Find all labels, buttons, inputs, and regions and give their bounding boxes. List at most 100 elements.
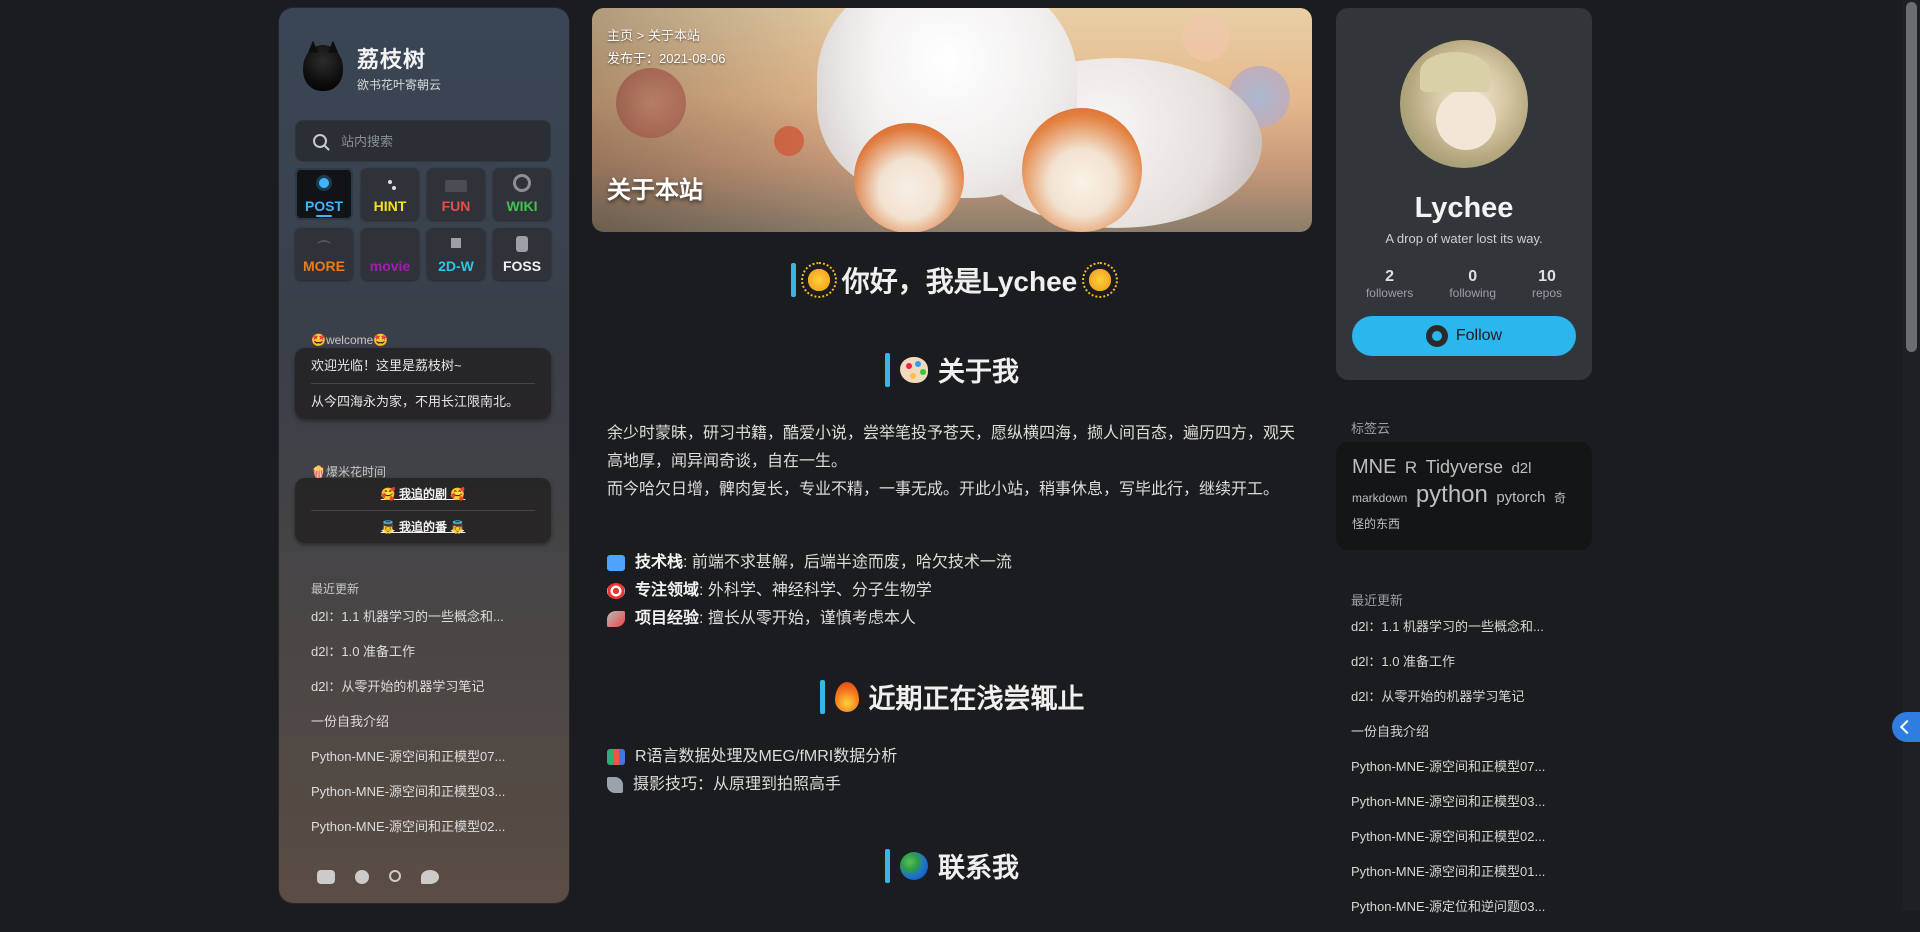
stat-followers[interactable]: 2 followers (1366, 268, 1413, 300)
list-item: 技术栈 : 前端不求甚解，后端半途而废，哈欠技术一流 (607, 549, 1012, 577)
heading-about-me: 关于我 (592, 350, 1312, 394)
search-input[interactable] (339, 132, 543, 150)
nav-tile-label: HINT (373, 198, 407, 214)
nav-tile-label: 2D-W (438, 258, 474, 274)
active-indicator (316, 215, 332, 217)
fire-icon (834, 681, 859, 712)
nav-tile-label: MORE (303, 258, 345, 274)
recent-item[interactable]: Python-MNE-源空间和正模型02... (1351, 827, 1545, 862)
nav-tile-movie[interactable]: movie (361, 228, 419, 280)
bar-icon (387, 240, 393, 246)
chevron-left-icon[interactable] (1892, 712, 1920, 742)
nav-tile-foss[interactable]: FOSS (493, 228, 551, 280)
link-my-anime[interactable]: 👼 我追的番 👼 (295, 511, 551, 543)
sun-icon (800, 262, 837, 298)
list-item: 专注领域 : 外科学、神经科学、分子生物学 (607, 577, 1012, 605)
recent-item[interactable]: Python-MNE-源空间和正模型07... (1351, 757, 1545, 792)
tag-link[interactable]: pytorch (1496, 489, 1545, 506)
tag-link[interactable]: python (1416, 481, 1488, 508)
list-item-text: 摄影技巧：从原理到拍照高手 (633, 776, 842, 793)
bilibili-icon[interactable] (317, 870, 335, 884)
nav-tile-label: FUN (441, 198, 471, 214)
recent-item[interactable]: 一份自我介绍 (1351, 722, 1545, 757)
paragraph-line: 余少时蒙昧，研习书籍，酷爱小说，尝举笔投予苍天，愿纵横四海，撷人间百态，遍历四方… (607, 425, 1296, 470)
recent-item[interactable]: d2l：1.0 准备工作 (311, 641, 505, 676)
site-brand[interactable]: 荔枝树 欲书花叶寄朝云 (303, 42, 441, 93)
recent-item[interactable]: d2l：从零开始的机器学习笔记 (1351, 687, 1545, 722)
popcorn-card: 🥰 我追的剧 🥰 👼 我追的番 👼 (295, 478, 551, 543)
social-links (317, 870, 439, 884)
nav-tile-hint[interactable]: HINT (361, 168, 419, 220)
follow-button[interactable]: Follow (1352, 316, 1576, 356)
stat-value: 2 (1385, 268, 1395, 285)
link-my-dramas[interactable]: 🥰 我追的剧 🥰 (295, 478, 551, 510)
tag-link[interactable]: MNE (1352, 456, 1396, 478)
page-title: 关于本站 (607, 177, 703, 204)
about-list: 技术栈 : 前端不求甚解，后端半途而废，哈欠技术一流 专注领域 : 外科学、神经… (607, 549, 1012, 633)
stat-value: 0 (1468, 268, 1478, 285)
heading-text: 你好，我是Lychee (841, 266, 1078, 297)
nav-tile-2d-w[interactable]: 2D-W (427, 228, 485, 280)
sun-icon (319, 178, 329, 188)
recent-item[interactable]: d2l：从零开始的机器学习笔记 (311, 676, 505, 711)
right-recent-list: d2l：1.1 机器学习的一些概念和... d2l：1.0 准备工作 d2l：从… (1351, 617, 1545, 932)
nav-tile-wiki[interactable]: WIKI (493, 168, 551, 220)
tag-link[interactable]: R (1405, 458, 1417, 477)
settings-icon[interactable] (389, 870, 401, 882)
site-search-box[interactable] (295, 120, 551, 162)
heading-hello: 你好，我是Lychee (592, 260, 1312, 304)
publish-date: 发布于：2021-08-06 (607, 51, 726, 66)
nav-tile-fun[interactable]: FUN (427, 168, 485, 220)
profile-card: Lychee A drop of water lost its way. 2 f… (1336, 8, 1592, 380)
recent-item[interactable]: Python-MNE-源空间和正模型03... (311, 781, 505, 816)
breadcrumb: 主页 > 关于本站 (607, 25, 700, 44)
stat-following[interactable]: 0 following (1449, 268, 1496, 300)
tag-link[interactable]: d2l (1511, 460, 1531, 477)
heading-current-interests: 近期正在浅尝辄止 (592, 677, 1312, 721)
sun-icon (1082, 262, 1119, 298)
paragraph-line: 而今哈欠日增，髀肉复长，专业不精，一事无成。开此小站，稍事休息，写毕此行，继续开… (607, 481, 1280, 498)
page-scrollbar[interactable] (1903, 0, 1920, 911)
recent-title: 最近更新 (311, 582, 360, 596)
list-item-label: 项目经验 (635, 610, 700, 627)
list-item-text: : 外科学、神经科学、分子生物学 (699, 582, 932, 599)
list-item: 摄影技巧：从原理到拍照高手 (607, 771, 897, 799)
laptop-icon (607, 555, 625, 571)
github-icon[interactable] (355, 870, 369, 884)
heading-contact: 联系我 (592, 846, 1312, 890)
recent-item[interactable]: d2l：1.1 机器学习的一些概念和... (1351, 617, 1545, 652)
tag-link[interactable]: Tidyverse (1426, 457, 1503, 477)
nav-tiles: POST HINT FUN WIKI MORE movie 2D-W FOSS (295, 168, 555, 280)
square-icon (451, 238, 461, 248)
recent-list: d2l：1.1 机器学习的一些概念和... d2l：1.0 准备工作 d2l：从… (311, 606, 505, 851)
rocket-icon (607, 611, 625, 627)
recent-item[interactable]: Python-MNE-源空间和正模型02... (311, 816, 505, 851)
scrollbar-thumb[interactable] (1906, 2, 1917, 352)
heading-accent-bar (885, 848, 890, 883)
welcome-title: 🤩welcome🤩 (311, 333, 389, 347)
site-logo-avatar (303, 44, 343, 91)
recent-item[interactable]: d2l：1.0 准备工作 (1351, 652, 1545, 687)
breadcrumb-home[interactable]: 主页 (607, 28, 633, 43)
stat-repos[interactable]: 10 repos (1532, 268, 1562, 300)
nav-tile-label: POST (304, 198, 344, 214)
tag-link[interactable]: markdown (1352, 491, 1407, 505)
recent-item[interactable]: d2l：1.1 机器学习的一些概念和... (311, 606, 505, 641)
stat-value: 10 (1538, 268, 1556, 285)
right-recent-title: 最近更新 (1351, 593, 1404, 608)
wrench-icon (607, 777, 623, 793)
chat-icon[interactable] (421, 870, 439, 884)
target-icon (607, 583, 625, 599)
recent-item[interactable]: Python-MNE-源定位和逆问题03... (1351, 897, 1545, 932)
recent-item[interactable]: Python-MNE-源空间和正模型07... (311, 746, 505, 781)
list-item-label: 技术栈 (635, 554, 684, 571)
recent-item[interactable]: Python-MNE-源空间和正模型01... (1351, 862, 1545, 897)
follow-label: Follow (1455, 327, 1503, 344)
nav-tile-label: movie (369, 258, 411, 274)
nav-tile-post[interactable]: POST (295, 168, 353, 220)
heading-text: 联系我 (938, 853, 1019, 883)
nav-tile-more[interactable]: MORE (295, 228, 353, 280)
site-subtitle: 欲书花叶寄朝云 (357, 78, 442, 92)
recent-item[interactable]: 一份自我介绍 (311, 711, 505, 746)
recent-item[interactable]: Python-MNE-源空间和正模型03... (1351, 792, 1545, 827)
